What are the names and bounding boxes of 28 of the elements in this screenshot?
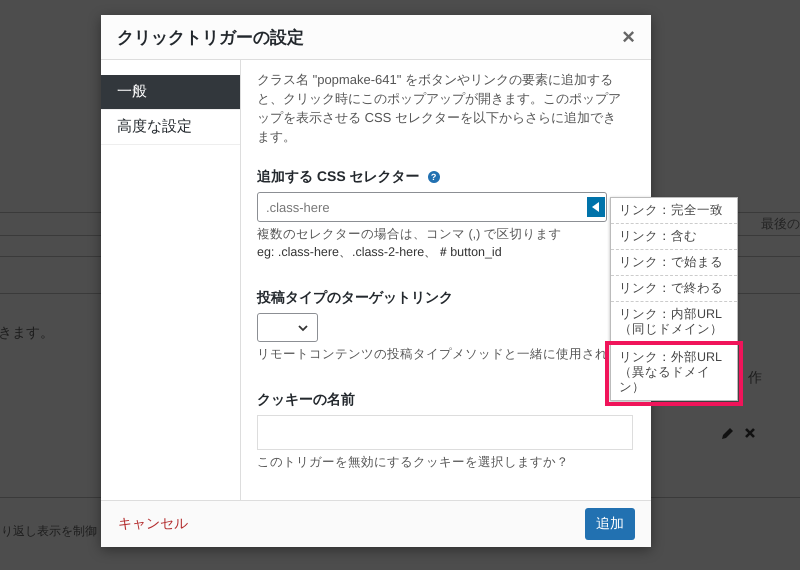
add-button[interactable]: 追加 — [585, 508, 635, 540]
description-text: クラス名 "popmake-641" をボタンやリンクの要素に追加すると、クリック時にこのポップアップが開きます。このポップアップを表示させる CSS セレクターを以下からさらに追加できます。 — [257, 71, 622, 146]
hint-text: 複数のセレクターの場合は、コンマ (,) で区切ります — [257, 226, 562, 243]
hint-text: このトリガーを無効にするクッキーを選択しますか？ — [257, 454, 569, 471]
dropdown-option[interactable]: リンク：完全一致 — [611, 198, 737, 224]
cookie-name-input[interactable] — [257, 415, 633, 450]
post-type-select[interactable] — [257, 313, 318, 342]
dropdown-option[interactable]: リンク：含む — [611, 224, 737, 250]
selector-input[interactable]: .class-here — [257, 192, 607, 222]
cancel-link[interactable]: キャンセル — [118, 515, 188, 533]
sidebar-tab[interactable]: 高度な設定 — [101, 110, 240, 145]
field-label: 投稿タイプのターゲットリンク — [257, 289, 454, 307]
dialog-title: クリックトリガーの設定 — [117, 26, 304, 48]
dropdown-option[interactable]: リンク：で始まる — [611, 250, 737, 276]
field-label: クッキーの名前 — [257, 391, 356, 409]
sidebar-tab[interactable]: 一般 — [101, 75, 240, 110]
field-label: 追加する CSS セレクター — [257, 168, 420, 186]
triangle-left-icon — [592, 202, 600, 212]
close-button[interactable]: × — [618, 24, 639, 50]
dropdown-toggle[interactable] — [587, 197, 605, 217]
pencil-icon[interactable] — [720, 427, 734, 441]
chevron-down-icon — [297, 324, 309, 332]
dropdown-option[interactable]: リンク：で終わる — [611, 276, 737, 302]
dropdown-option[interactable]: リンク：内部URL（同じドメイン） — [611, 302, 737, 343]
help-icon[interactable]: ? — [428, 171, 440, 183]
example-text: eg: .class-here、.class-2-here、＃button_id — [257, 244, 502, 261]
dropdown-option[interactable]: リンク：外部URL（異なるドメイン） — [605, 341, 743, 406]
delete-icon[interactable] — [744, 427, 756, 439]
